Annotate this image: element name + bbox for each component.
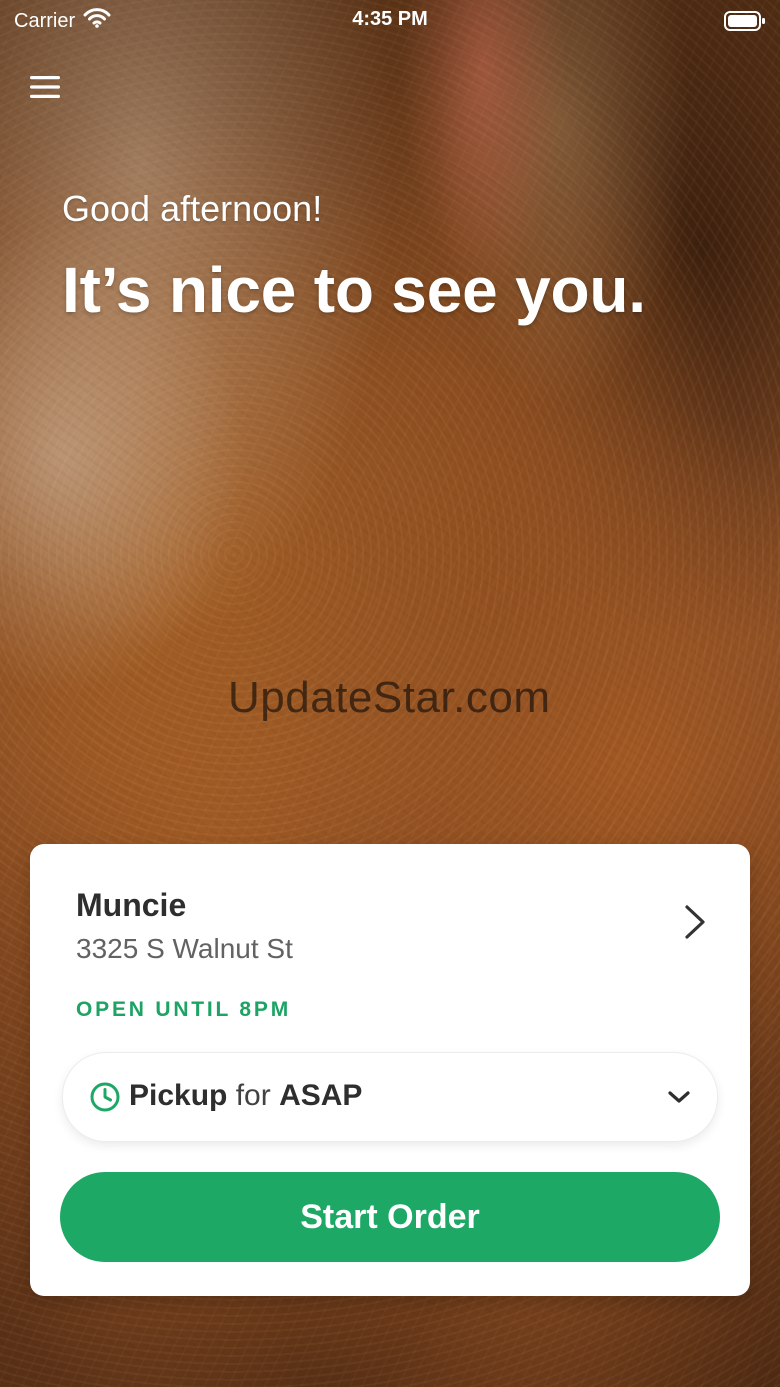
order-time-label: ASAP [279,1079,363,1112]
pickup-text: Pickup for ASAP [129,1078,362,1114]
status-time: 4:35 PM [352,8,428,30]
chevron-down-icon [665,1083,693,1111]
start-order-button[interactable]: Start Order [60,1172,720,1262]
location-card: Muncie 3325 S Walnut St OPEN UNTIL 8PM P… [30,844,750,1296]
pickup-time-selector[interactable]: Pickup for ASAP [62,1052,718,1142]
battery-icon [724,10,766,38]
order-mode-label: Pickup [129,1079,228,1112]
hamburger-menu-button[interactable] [28,72,62,106]
welcome-headline: It’s nice to see you. [62,254,646,326]
order-mode-connector: for [235,1079,271,1112]
watermark-text: UpdateStar.com [228,673,551,722]
location-details-button[interactable] [680,904,710,944]
hamburger-menu-icon [29,74,61,105]
store-hours-status: OPEN UNTIL 8PM [76,998,292,1021]
chevron-right-icon [683,903,707,946]
app-screen: Carrier 4:35 PM Good afternoon! It’s nic… [0,0,780,1387]
clock-icon [89,1081,121,1113]
location-name: Muncie [76,887,187,923]
location-address: 3325 S Walnut St [76,933,293,964]
greeting-text: Good afternoon! [62,188,323,229]
status-bar: Carrier 4:35 PM [0,0,780,42]
